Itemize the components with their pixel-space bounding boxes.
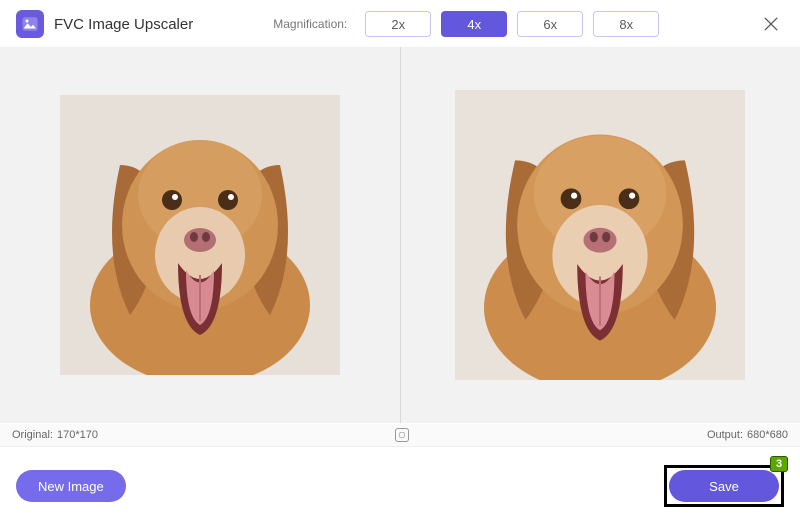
app-logo-icon (16, 10, 44, 38)
header-bar: FVC Image Upscaler Magnification: 2x 4x … (0, 0, 800, 46)
output-image (455, 90, 745, 380)
save-callout: 3 Save (664, 465, 784, 507)
original-panel (0, 47, 400, 423)
original-image (60, 95, 340, 375)
original-size-readout: Original: 170*170 (12, 429, 98, 441)
magnification-4x[interactable]: 4x (441, 11, 507, 37)
app-window: FVC Image Upscaler Magnification: 2x 4x … (0, 0, 800, 527)
app-title: FVC Image Upscaler (54, 16, 193, 33)
magnification-8x[interactable]: 8x (593, 11, 659, 37)
compare-toggle-icon[interactable] (395, 428, 409, 442)
new-image-button[interactable]: New Image (16, 470, 126, 502)
dog-illustration-icon (455, 90, 745, 380)
step-badge: 3 (770, 456, 788, 472)
magnification-2x[interactable]: 2x (365, 11, 431, 37)
close-button[interactable] (758, 11, 784, 37)
magnification-6x[interactable]: 6x (517, 11, 583, 37)
output-size-readout: Output: 680*680 (707, 429, 788, 441)
close-icon (761, 14, 781, 34)
original-size-value: 170*170 (57, 429, 98, 441)
compare-area (0, 46, 800, 424)
original-size-label: Original: (12, 429, 53, 441)
output-size-value: 680*680 (747, 429, 788, 441)
status-bar: Original: 170*170 Output: 680*680 (0, 424, 800, 447)
save-button[interactable]: Save (669, 470, 779, 502)
magnification-label: Magnification: (273, 17, 347, 31)
output-panel (401, 47, 800, 423)
output-size-label: Output: (707, 429, 743, 441)
dog-illustration-icon (60, 95, 340, 375)
footer-bar: New Image 3 Save (0, 447, 800, 527)
magnification-group: 2x 4x 6x 8x (365, 11, 659, 37)
